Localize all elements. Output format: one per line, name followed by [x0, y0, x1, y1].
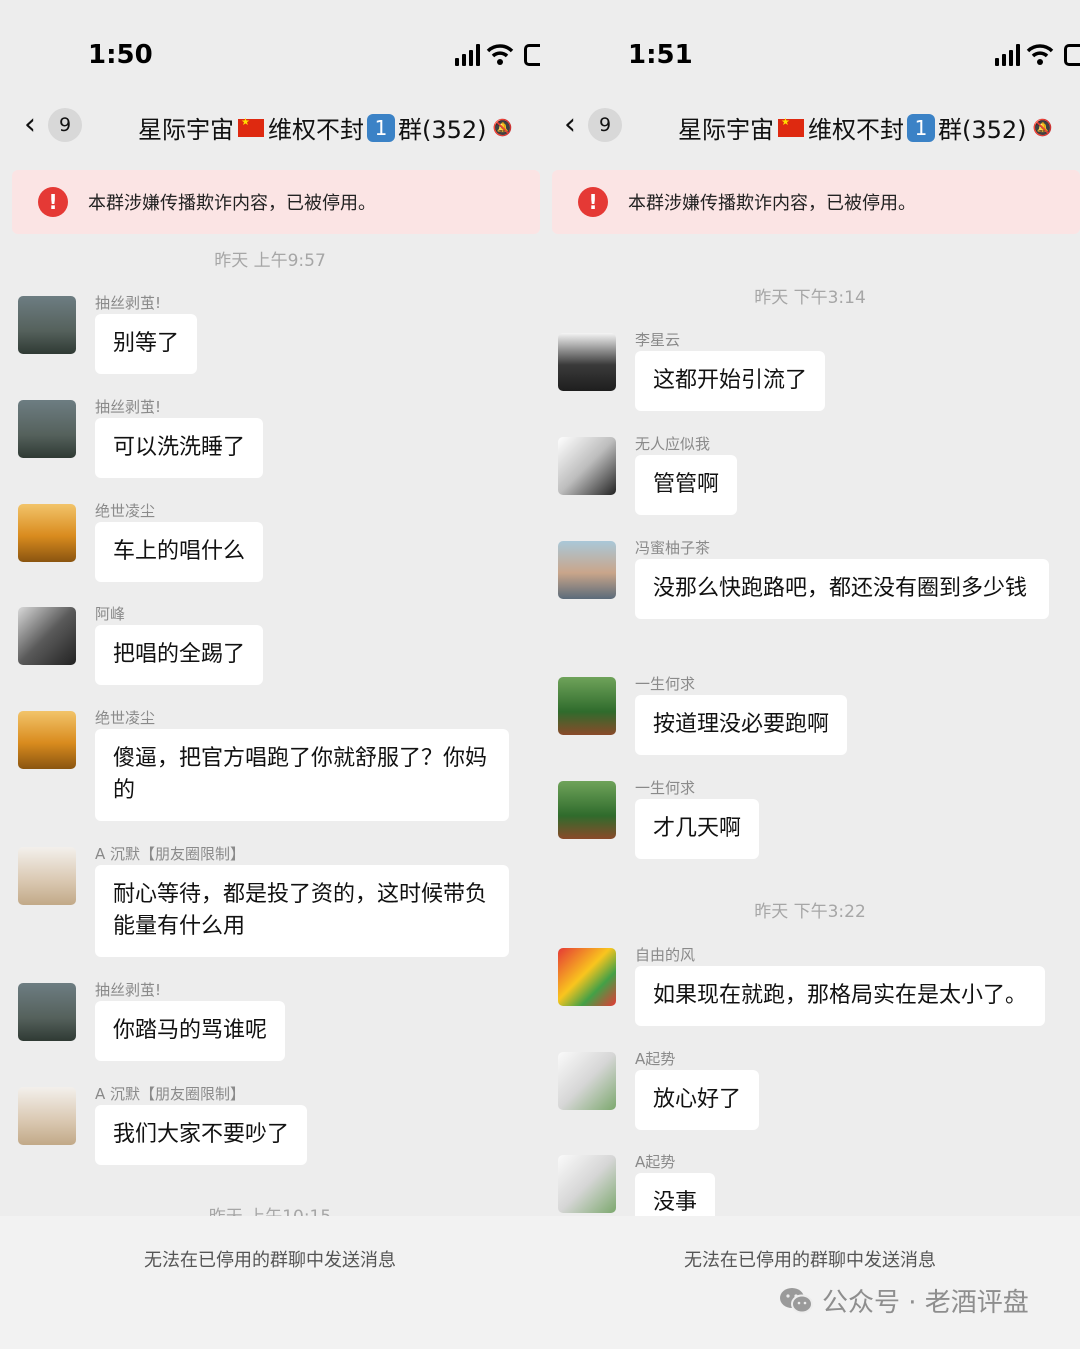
avatar[interactable]	[558, 437, 616, 495]
chat-header: ‹ 9 星际宇宙 维权不封 1 群(352) 🔕	[0, 100, 540, 160]
cellular-signal-icon	[995, 44, 1020, 66]
message-bubble[interactable]: 车上的唱什么	[95, 522, 264, 582]
unread-count-badge[interactable]: 9	[588, 108, 622, 142]
sender-name: A起势	[635, 1153, 676, 1171]
warning-icon: !	[38, 187, 68, 217]
warning-text: 本群涉嫌传播欺诈内容，已被停用。	[88, 193, 376, 214]
disabled-input-area: 无法在已停用的群聊中发送消息	[0, 1216, 540, 1349]
avatar[interactable]	[558, 677, 616, 735]
watermark: 公众号 · 老酒评盘	[778, 1282, 1029, 1319]
battery-icon	[524, 44, 540, 66]
message-bubble[interactable]: 我们大家不要吵了	[95, 1105, 308, 1165]
title-part-2: 维权不封	[808, 116, 904, 144]
timestamp: 昨天 下午3:14	[754, 288, 866, 308]
message-bubble[interactable]: 你踏马的骂谁呢	[95, 1001, 286, 1061]
china-flag-icon	[238, 117, 264, 137]
sender-name: 自由的风	[635, 946, 696, 964]
message-bubble[interactable]: 如果现在就跑，那格局实在是太小了。	[635, 966, 1046, 1026]
wifi-icon	[486, 44, 514, 65]
avatar[interactable]	[558, 948, 616, 1006]
sender-name: 一生何求	[635, 675, 696, 693]
avatar[interactable]	[18, 1087, 76, 1145]
chat-header: ‹ 9 星际宇宙 维权不封 1 群(352) 🔕	[540, 100, 1080, 160]
sender-name: 绝世凌尘	[95, 502, 156, 520]
sender-name: 抽丝剥茧!	[95, 981, 162, 999]
avatar[interactable]	[558, 1155, 616, 1213]
avatar[interactable]	[18, 847, 76, 905]
title-part-3: 群(352)	[398, 116, 487, 144]
message-bubble[interactable]: 这都开始引流了	[635, 351, 826, 411]
group-title: 星际宇宙 维权不封 1 群(352) 🔕	[138, 110, 512, 145]
avatar[interactable]	[18, 607, 76, 665]
sender-name: 阿峰	[95, 605, 126, 623]
sender-name: 抽丝剥茧!	[95, 398, 162, 416]
suspended-warning-banner: ! 本群涉嫌传播欺诈内容，已被停用。	[12, 170, 540, 234]
sender-name: A 沉默【朋友圈限制】	[95, 845, 246, 863]
china-flag-icon	[778, 117, 804, 137]
title-part-2: 维权不封	[268, 116, 364, 144]
message-bubble[interactable]: 管管啊	[635, 455, 738, 515]
sender-name: A 沉默【朋友圈限制】	[95, 1085, 246, 1103]
clock: 1:50	[88, 40, 153, 70]
mute-bell-icon: 🔕	[1032, 118, 1053, 137]
message-bubble[interactable]: 傻逼，把官方唱跑了你就舒服了？你妈的	[95, 729, 509, 821]
keycap-number-icon: 1	[907, 113, 935, 142]
avatar[interactable]	[558, 1052, 616, 1110]
disabled-notice: 无法在已停用的群聊中发送消息	[684, 1250, 936, 1271]
disabled-notice: 无法在已停用的群聊中发送消息	[144, 1250, 396, 1271]
back-chevron-icon[interactable]: ‹	[564, 110, 576, 140]
mute-bell-icon: 🔕	[492, 118, 513, 137]
message-bubble[interactable]: 把唱的全踢了	[95, 625, 264, 685]
sender-name: 冯蜜柚子茶	[635, 539, 711, 557]
title-part-1: 星际宇宙	[138, 116, 234, 144]
sender-name: 李星云	[635, 331, 681, 349]
message-bubble[interactable]: 没那么快跑路吧，都还没有圈到多少钱	[635, 559, 1049, 619]
sender-name: 无人应似我	[635, 435, 711, 453]
group-title: 星际宇宙 维权不封 1 群(352) 🔕	[678, 110, 1052, 145]
status-bar: 1:50	[0, 0, 540, 100]
right-chat-screen: 1:51 ‹ 9 星际宇宙 维权不封 1 群(352) 🔕 ! 本群涉嫌传播欺诈…	[540, 0, 1080, 1349]
wechat-icon	[780, 1287, 813, 1313]
avatar[interactable]	[18, 504, 76, 562]
left-chat-screen: 1:50 ‹ 9 星际宇宙 维权不封 1 群(352) 🔕 ! 本群涉嫌传播欺诈…	[0, 0, 540, 1349]
status-bar: 1:51	[540, 0, 1080, 100]
sender-name: 绝世凌尘	[95, 709, 156, 727]
wifi-icon	[1026, 44, 1054, 65]
message-bubble[interactable]: 可以洗洗睡了	[95, 418, 264, 478]
avatar[interactable]	[558, 781, 616, 839]
timestamp: 昨天 上午9:57	[214, 251, 326, 271]
title-part-3: 群(352)	[938, 116, 1027, 144]
message-bubble[interactable]: 别等了	[95, 314, 198, 374]
cellular-signal-icon	[455, 44, 480, 66]
avatar[interactable]	[558, 541, 616, 599]
message-bubble[interactable]: 按道理没必要跑啊	[635, 695, 848, 755]
avatar[interactable]	[18, 400, 76, 458]
avatar[interactable]	[18, 711, 76, 769]
back-chevron-icon[interactable]: ‹	[24, 110, 36, 140]
suspended-warning-banner: ! 本群涉嫌传播欺诈内容，已被停用。	[552, 170, 1080, 234]
sender-name: 一生何求	[635, 779, 696, 797]
timestamp: 昨天 下午3:22	[754, 902, 866, 922]
avatar[interactable]	[18, 296, 76, 354]
watermark-text: 公众号 · 老酒评盘	[822, 1288, 1029, 1318]
warning-icon: !	[578, 187, 608, 217]
message-bubble[interactable]: 耐心等待，都是投了资的，这时候带负能量有什么用	[95, 865, 509, 957]
message-bubble[interactable]: 放心好了	[635, 1070, 760, 1130]
warning-text: 本群涉嫌传播欺诈内容，已被停用。	[628, 193, 916, 214]
sender-name: A起势	[635, 1050, 676, 1068]
sender-name: 抽丝剥茧!	[95, 294, 162, 312]
message-bubble[interactable]: 才几天啊	[635, 799, 760, 859]
keycap-number-icon: 1	[367, 113, 395, 142]
avatar[interactable]	[18, 983, 76, 1041]
title-part-1: 星际宇宙	[678, 116, 774, 144]
unread-count-badge[interactable]: 9	[48, 108, 82, 142]
battery-icon	[1064, 44, 1080, 66]
avatar[interactable]	[558, 333, 616, 391]
clock: 1:51	[628, 40, 693, 70]
